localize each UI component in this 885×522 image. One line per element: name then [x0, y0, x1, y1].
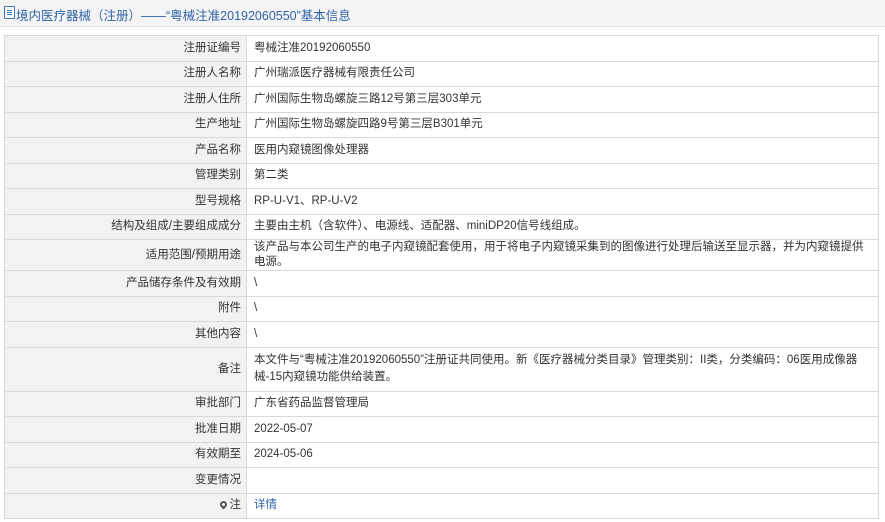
page-header: 境内医疗器械（注册）——“粤械注准20192060550”基本信息 — [0, 0, 885, 27]
field-value: 2022-05-07 — [246, 416, 879, 443]
pin-icon — [218, 499, 228, 510]
table-row: 附件 \ — [4, 295, 879, 322]
table-row: 结构及组成/主要组成成分 主要由主机（含软件）、电源线、适配器、miniDP20… — [4, 213, 879, 240]
field-value: 2024-05-06 — [246, 441, 879, 468]
table-row: 其他内容 \ — [4, 321, 879, 348]
field-label: 结构及组成/主要组成成分 — [4, 213, 247, 240]
field-value: \ — [246, 321, 879, 348]
field-label: 生产地址 — [4, 111, 247, 138]
document-icon — [4, 6, 15, 19]
field-value: RP-U-V1、RP-U-V2 — [246, 188, 879, 215]
field-label: 变更情况 — [4, 467, 247, 494]
table-row: 有效期至 2024-05-06 — [4, 441, 879, 468]
field-label: 产品名称 — [4, 137, 247, 164]
field-value: 医用内窥镜图像处理器 — [246, 137, 879, 164]
table-row: 批准日期 2022-05-07 — [4, 416, 879, 443]
table-row: 注册证编号 粤械注准20192060550 — [4, 35, 879, 62]
field-value: 本文件与“粤械注准20192060550”注册证共同使用。新《医疗器械分类目录》… — [246, 346, 879, 392]
table-row: 备注 本文件与“粤械注准20192060550”注册证共同使用。新《医疗器械分类… — [4, 346, 879, 392]
field-value: 粤械注准20192060550 — [246, 35, 879, 62]
field-value: 该产品与本公司生产的电子内窥镜配套使用，用于将电子内窥镜采集到的图像进行处理后输… — [246, 239, 879, 271]
field-label: 型号规格 — [4, 188, 247, 215]
field-label: 有效期至 — [4, 441, 247, 468]
table-row: 管理类别 第二类 — [4, 162, 879, 189]
field-label: 注册人住所 — [4, 86, 247, 113]
table-row: 审批部门 广东省药品监督管理局 — [4, 390, 879, 417]
field-label: 备注 — [4, 346, 247, 392]
field-value: 第二类 — [246, 162, 879, 189]
field-label: 其他内容 — [4, 321, 247, 348]
note-label-cell: 注 — [4, 492, 247, 519]
field-value — [246, 467, 879, 494]
field-value: 广州国际生物岛螺旋四路9号第三层B301单元 — [246, 111, 879, 138]
field-value: 广东省药品监督管理局 — [246, 390, 879, 417]
field-value: 广州瑞派医疗器械有限责任公司 — [246, 60, 879, 87]
field-label: 注册证编号 — [4, 35, 247, 62]
table-row: 产品储存条件及有效期 \ — [4, 270, 879, 297]
field-label: 产品储存条件及有效期 — [4, 270, 247, 297]
table-row: 注册人住所 广州国际生物岛螺旋三路12号第三层303单元 — [4, 86, 879, 113]
field-label: 适用范围/预期用途 — [4, 239, 247, 271]
field-label: 管理类别 — [4, 162, 247, 189]
note-row: 注 详情 — [4, 492, 879, 519]
table-row: 变更情况 — [4, 467, 879, 494]
field-label: 附件 — [4, 295, 247, 322]
field-value: \ — [246, 295, 879, 322]
table-row: 型号规格 RP-U-V1、RP-U-V2 — [4, 188, 879, 215]
table-row: 注册人名称 广州瑞派医疗器械有限责任公司 — [4, 60, 879, 87]
note-label: 注 — [229, 499, 242, 512]
field-label: 审批部门 — [4, 390, 247, 417]
page-title: 境内医疗器械（注册）——“粤械注准20192060550”基本信息 — [16, 9, 351, 23]
note-value-cell: 详情 — [246, 492, 879, 519]
field-value: 主要由主机（含软件）、电源线、适配器、miniDP20信号线组成。 — [246, 213, 879, 240]
table-row: 适用范围/预期用途 该产品与本公司生产的电子内窥镜配套使用，用于将电子内窥镜采集… — [4, 239, 879, 271]
info-table: 注册证编号 粤械注准20192060550 注册人名称 广州瑞派医疗器械有限责任… — [4, 35, 879, 519]
field-label: 批准日期 — [4, 416, 247, 443]
table-row: 产品名称 医用内窥镜图像处理器 — [4, 137, 879, 164]
field-value: 广州国际生物岛螺旋三路12号第三层303单元 — [246, 86, 879, 113]
details-link[interactable]: 详情 — [254, 499, 277, 511]
table-row: 生产地址 广州国际生物岛螺旋四路9号第三层B301单元 — [4, 111, 879, 138]
field-value: \ — [246, 270, 879, 297]
field-label: 注册人名称 — [4, 60, 247, 87]
